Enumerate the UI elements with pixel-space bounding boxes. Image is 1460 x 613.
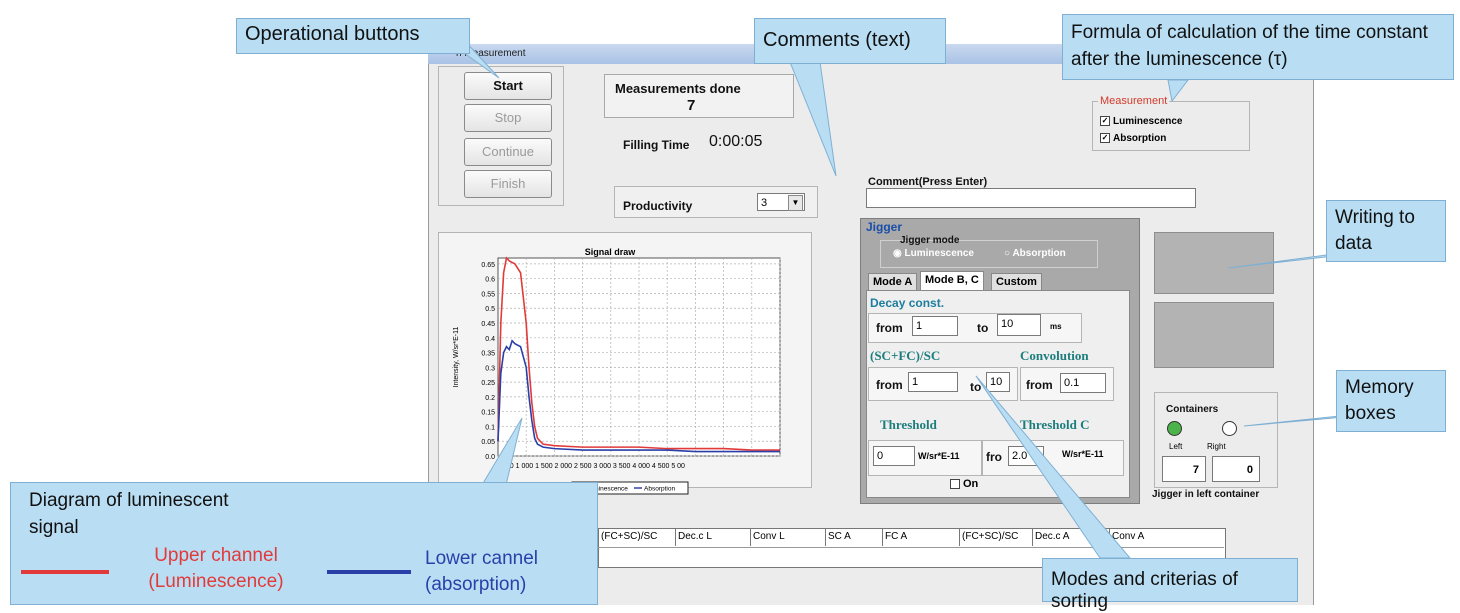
callout-memory-boxes: Memory boxes <box>1336 370 1446 432</box>
callout-formula: Formula of calculation of the time const… <box>1062 14 1454 80</box>
callout-writing-to-data: Writing to data <box>1326 200 1446 262</box>
formula-tail <box>1167 79 1190 103</box>
callout-modes: Modes and criterias of sorting <box>1042 558 1298 612</box>
callout-comments: Comments (text) <box>754 18 946 64</box>
callout-diagram: Diagram of luminescent signal Upper chan… <box>10 482 598 605</box>
comments-tail <box>789 61 837 177</box>
diagram-title: Diagram of luminescent signal <box>29 490 229 538</box>
modes-tail <box>975 375 1132 559</box>
upper-channel-swatch <box>21 570 109 574</box>
lower-channel-label: Lower cannel (absorption) <box>425 548 539 595</box>
lower-channel-swatch <box>327 570 411 574</box>
callout-operational-buttons: Operational buttons <box>236 18 470 54</box>
diagram-tail <box>481 417 523 486</box>
upper-channel-label: Upper channel (Luminescence) <box>148 545 284 592</box>
